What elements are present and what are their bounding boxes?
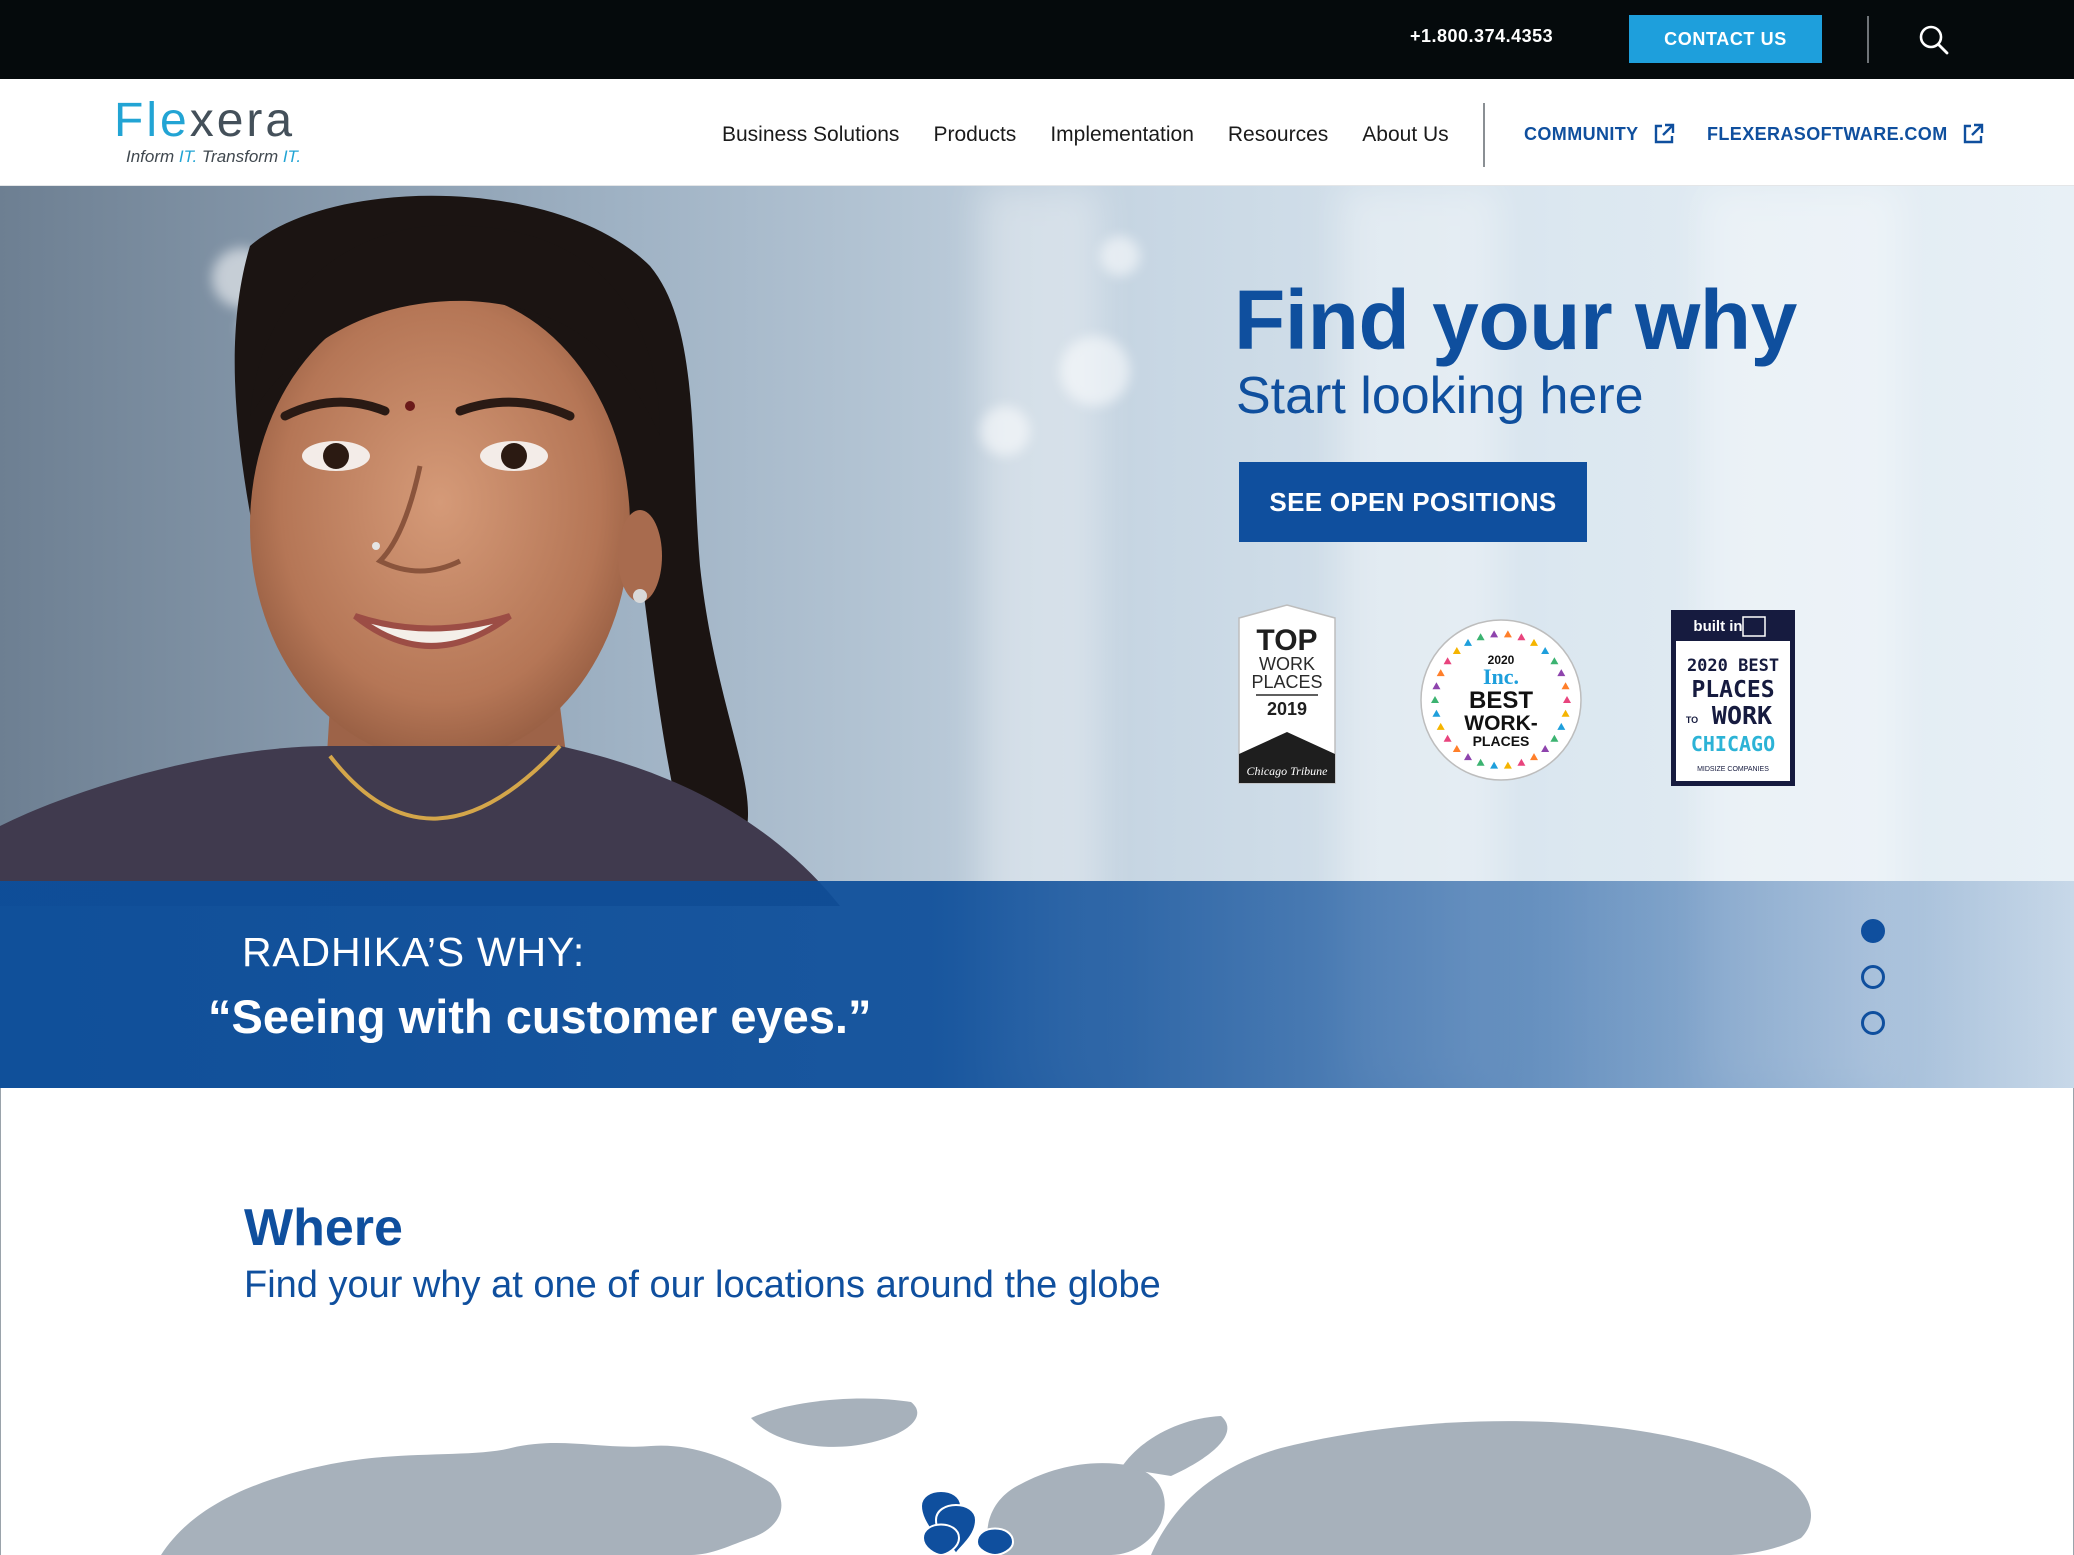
section-title: Where [244, 1199, 403, 1257]
quote-attribution: RADHIKA’S WHY: [242, 929, 586, 975]
phone-link[interactable]: +1.800.374.4353 [1410, 26, 1553, 47]
chicago-tribune-top-workplaces-badge: TOP WORK PLACES 2019 Chicago Tribune [1238, 604, 1336, 784]
employee-quote-band: RADHIKA’S WHY: “Seeing with customer eye… [0, 881, 2074, 1088]
inc-best-workplaces-badge: 2020 Inc. BEST WORK- PLACES [1420, 619, 1582, 781]
svg-text:BEST: BEST [1469, 687, 1533, 714]
flexerasoftware-label: FLEXERASOFTWARE.COM [1707, 123, 1948, 144]
carousel-dot-3[interactable] [1861, 1011, 1885, 1035]
world-map [161, 1398, 1811, 1555]
bokeh-light [1100, 236, 1140, 276]
logo-tagline: Inform IT. Transform IT. [126, 147, 302, 166]
divider [1867, 16, 1869, 63]
svg-text:WORK: WORK [1712, 701, 1772, 730]
community-link[interactable]: COMMUNITY [1524, 123, 1675, 145]
see-open-positions-button[interactable]: SEE OPEN POSITIONS [1239, 462, 1587, 542]
svg-text:PLACES: PLACES [1251, 672, 1322, 692]
search-icon[interactable] [1918, 24, 1950, 56]
utility-bar: +1.800.374.4353 CONTACT US [0, 0, 2074, 79]
svg-text:TOP: TOP [1256, 624, 1317, 657]
nav-divider [1483, 103, 1485, 167]
nav-item-about-us[interactable]: About Us [1362, 123, 1448, 147]
nav-item-resources[interactable]: Resources [1228, 123, 1328, 147]
external-link-icon [1963, 123, 1983, 144]
employee-portrait [0, 195, 840, 906]
section-subtitle: Find your why at one of our locations ar… [244, 1264, 1161, 1306]
logo-wordmark: Flexera [114, 94, 296, 147]
carousel-dot-2[interactable] [1861, 965, 1885, 989]
svg-text:MIDSIZE COMPANIES: MIDSIZE COMPANIES [1697, 766, 1769, 773]
builtin-best-places-badge: built in 2020 BEST PLACES TO WORK CHICAG… [1671, 610, 1795, 786]
main-header: Flexera Inform IT. Transform IT. Busines… [0, 79, 2074, 186]
svg-text:built in: built in [1693, 618, 1742, 635]
flexera-logo[interactable]: Flexera Inform IT. Transform IT. [114, 97, 334, 167]
flexerasoftware-link[interactable]: FLEXERASOFTWARE.COM [1707, 123, 1984, 145]
contact-us-button[interactable]: CONTACT US [1629, 15, 1822, 63]
nav-item-implementation[interactable]: Implementation [1050, 123, 1194, 147]
quote-text: “Seeing with customer eyes.” [208, 990, 872, 1043]
svg-text:CHICAGO: CHICAGO [1691, 732, 1775, 756]
bokeh-light [980, 406, 1030, 456]
hero-subtitle: Start looking here [1236, 367, 1644, 425]
svg-text:2019: 2019 [1267, 699, 1307, 719]
locations-section: Where Find your why at one of our locati… [0, 1088, 2074, 1555]
community-label: COMMUNITY [1524, 123, 1639, 144]
svg-text:Inc.: Inc. [1483, 664, 1519, 689]
hero-banner: Find your why Start looking here SEE OPE… [0, 186, 2074, 1088]
svg-text:WORK: WORK [1259, 654, 1315, 674]
carousel-dot-1[interactable] [1861, 919, 1885, 943]
svg-text:PLACES: PLACES [1473, 733, 1530, 749]
primary-nav: Business Solutions Products Implementati… [722, 123, 1483, 147]
svg-text:WORK-: WORK- [1464, 712, 1537, 735]
hero-title: Find your why [1234, 273, 1797, 367]
svg-text:Chicago Tribune: Chicago Tribune [1246, 764, 1328, 778]
carousel-pagination [1861, 919, 1885, 1039]
svg-text:TO: TO [1686, 715, 1698, 725]
nav-item-business-solutions[interactable]: Business Solutions [722, 123, 899, 147]
bokeh-light [1060, 336, 1130, 406]
nav-item-products[interactable]: Products [933, 123, 1016, 147]
svg-text:2020 BEST: 2020 BEST [1687, 656, 1779, 676]
svg-text:PLACES: PLACES [1691, 677, 1774, 703]
external-link-icon [1654, 123, 1674, 144]
